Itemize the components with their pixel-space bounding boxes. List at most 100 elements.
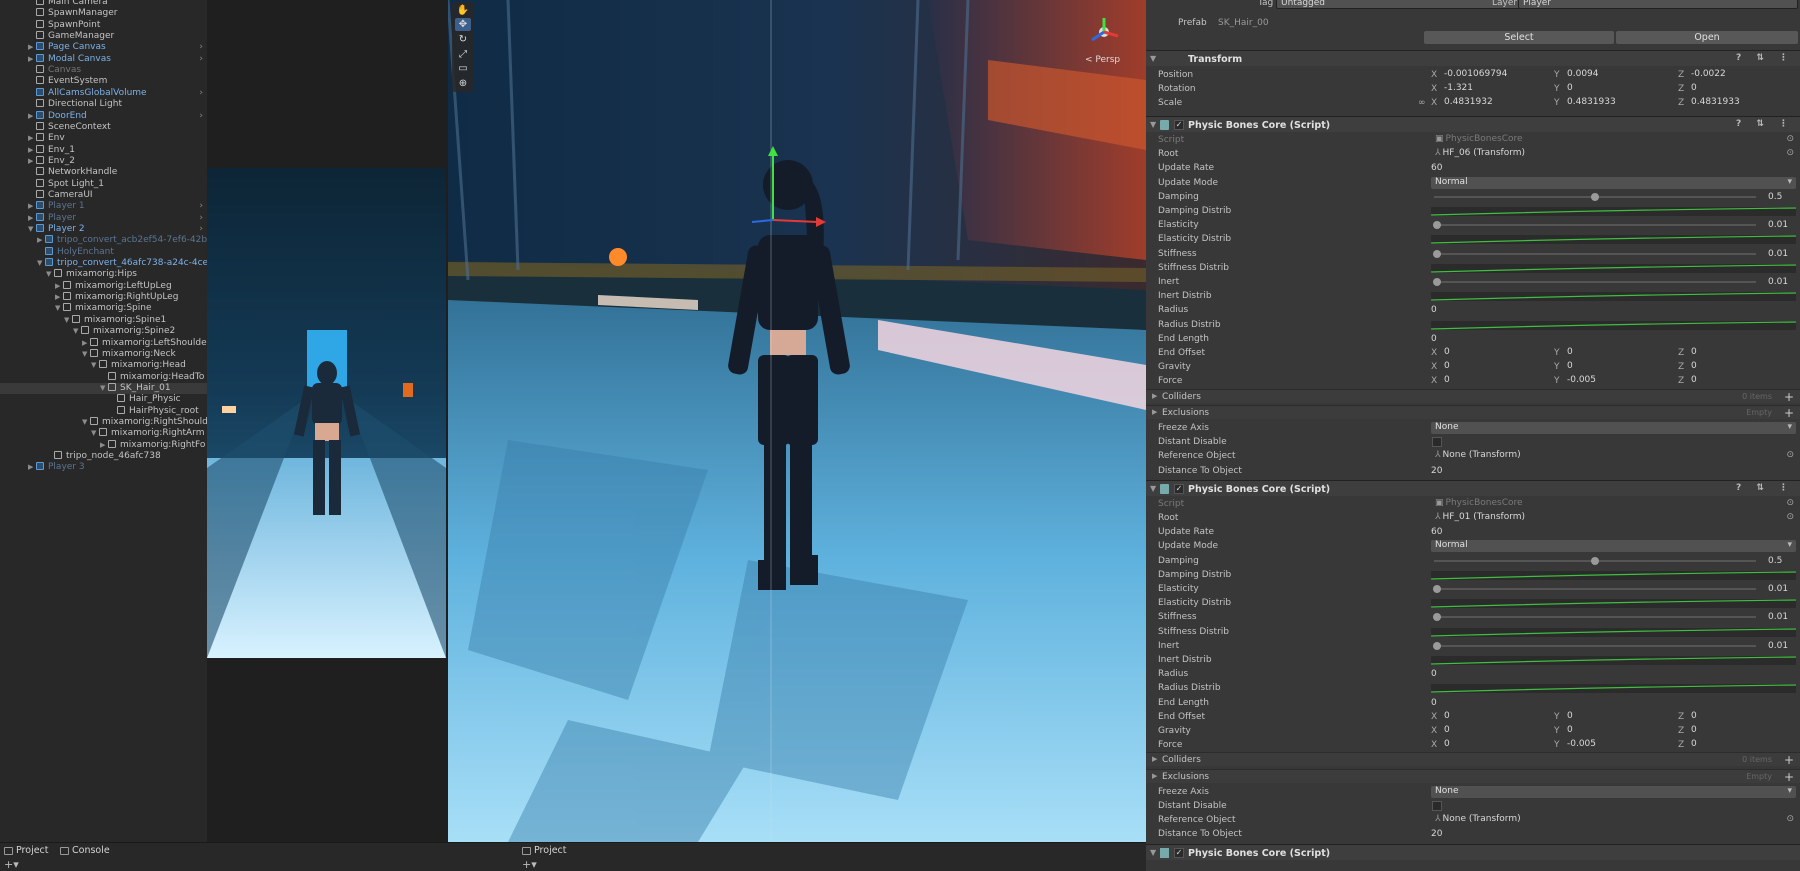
expand-arrow-icon[interactable]: ▼ bbox=[91, 428, 99, 439]
stiffness-slider[interactable] bbox=[1433, 613, 1756, 622]
elasticity-slider[interactable] bbox=[1433, 221, 1756, 230]
hierarchy-item[interactable]: tripo_node_46afc738 bbox=[0, 451, 207, 462]
gravity-x-field[interactable]: 0 bbox=[1440, 361, 1552, 373]
damping-slider[interactable] bbox=[1434, 192, 1756, 201]
component-menu-icon[interactable]: ? ⇅ ⋮ bbox=[1736, 483, 1794, 493]
hierarchy-item[interactable]: ▼ mixamorig:Spine2 bbox=[0, 326, 207, 337]
inert-slider[interactable] bbox=[1433, 641, 1756, 650]
hierarchy-item[interactable]: ▶ mixamorig:LeftShoulder bbox=[0, 337, 207, 349]
curve-field[interactable] bbox=[1431, 207, 1796, 216]
add-icon[interactable]: + bbox=[1784, 406, 1794, 420]
add-icon[interactable]: + bbox=[1784, 753, 1794, 767]
scale-tool-icon[interactable]: ⤢ bbox=[455, 48, 471, 61]
force-y-field[interactable]: -0.005 bbox=[1563, 739, 1675, 751]
update-mode-dropdown[interactable]: Normal bbox=[1431, 540, 1796, 553]
hierarchy-item[interactable]: ▶ Env_2 bbox=[0, 155, 207, 167]
collapse-arrow-icon[interactable]: ▼ bbox=[1150, 120, 1156, 129]
damping-slider[interactable] bbox=[1434, 556, 1756, 565]
end-offset-y-field[interactable]: 0 bbox=[1563, 711, 1675, 723]
hierarchy-item[interactable]: ▶ tripo_convert_acb2ef54-7ef6-42b4 bbox=[0, 235, 207, 246]
exclusions-foldout[interactable]: ▶ Exclusions Empty + bbox=[1146, 404, 1800, 420]
distance-to-object-value[interactable]: 20 bbox=[1431, 466, 1442, 476]
object-picker-icon[interactable]: ⊙ bbox=[1786, 148, 1794, 159]
enabled-checkbox[interactable]: ✓ bbox=[1174, 120, 1184, 130]
expand-arrow-icon[interactable]: ▶ bbox=[28, 156, 36, 167]
elasticity-slider-handle[interactable] bbox=[1433, 585, 1442, 593]
hierarchy-item[interactable]: HairPhysic_root bbox=[0, 405, 207, 417]
hierarchy-item[interactable]: ▶ mixamorig:RightUpLeg bbox=[0, 292, 207, 303]
object-picker-icon[interactable]: ⊙ bbox=[1786, 498, 1794, 509]
scale-x-field[interactable]: 0.4831932 bbox=[1440, 97, 1552, 109]
scene-gizmo-icon[interactable] bbox=[1088, 16, 1120, 48]
expand-arrow-icon[interactable]: ▶ bbox=[1152, 772, 1157, 780]
hierarchy-item[interactable]: CameraUI bbox=[0, 189, 207, 201]
curve-field[interactable] bbox=[1431, 656, 1796, 665]
hierarchy-item[interactable]: Canvas bbox=[0, 65, 207, 76]
open-button[interactable]: Open bbox=[1616, 31, 1798, 44]
stiffness-slider-handle[interactable] bbox=[1433, 249, 1442, 258]
gravity-y-field[interactable]: 0 bbox=[1563, 725, 1675, 737]
freeze-axis-dropdown[interactable]: None bbox=[1431, 785, 1796, 798]
game-view-image[interactable] bbox=[207, 168, 446, 658]
update-mode-dropdown[interactable]: Normal bbox=[1431, 176, 1796, 189]
chevron-right-icon[interactable]: › bbox=[199, 201, 203, 212]
hierarchy-item[interactable]: ▼ SK_Hair_01 bbox=[0, 382, 207, 395]
hierarchy-item[interactable]: SpawnPoint bbox=[0, 19, 207, 31]
stiffness-value[interactable]: 0.01 bbox=[1768, 612, 1788, 622]
select-button[interactable]: Select bbox=[1424, 31, 1614, 44]
move-tool-icon[interactable]: ✥ bbox=[455, 18, 471, 31]
add-icon[interactable]: + bbox=[1784, 770, 1794, 784]
scale-y-field[interactable]: 0.4831933 bbox=[1563, 97, 1675, 109]
expand-arrow-icon[interactable]: ▶ bbox=[37, 235, 45, 246]
curve-field[interactable] bbox=[1431, 263, 1796, 273]
inert-slider-handle[interactable] bbox=[1433, 278, 1442, 286]
root-field[interactable]: ⅄ HF_01 (Transform) ⊙ bbox=[1431, 512, 1796, 524]
tab-project[interactable]: Project bbox=[2, 845, 49, 858]
hierarchy-item[interactable]: ▼ mixamorig:Spine1 bbox=[0, 314, 207, 326]
colliders-foldout[interactable]: ▶ Colliders 0 items + bbox=[1146, 752, 1800, 767]
hierarchy-item[interactable]: ▼ Player 2 › bbox=[0, 224, 207, 235]
end-offset-x-field[interactable]: 0 bbox=[1440, 711, 1552, 723]
exclusions-foldout[interactable]: ▶ Exclusions Empty + bbox=[1146, 768, 1800, 784]
gravity-x-field[interactable]: 0 bbox=[1440, 725, 1552, 737]
distant-disable-checkbox[interactable] bbox=[1432, 801, 1442, 811]
script-field[interactable]: ▣ PhysicBonesCore ⊙ bbox=[1431, 134, 1796, 146]
physic-bones-header-3[interactable]: ▼ ✓ Physic Bones Core (Script) bbox=[1146, 843, 1800, 860]
damping-value[interactable]: 0.5 bbox=[1768, 556, 1782, 566]
chevron-right-icon[interactable]: › bbox=[199, 213, 203, 224]
end-offset-x-field[interactable]: 0 bbox=[1440, 347, 1552, 359]
end-offset-y-field[interactable]: 0 bbox=[1563, 347, 1675, 359]
curve-field[interactable] bbox=[1431, 599, 1796, 609]
curve-field[interactable] bbox=[1431, 627, 1796, 637]
rect-tool-icon[interactable]: ▭ bbox=[455, 62, 471, 75]
hierarchy-item[interactable]: HolyEnchant bbox=[0, 246, 207, 258]
expand-arrow-icon[interactable]: ▶ bbox=[82, 338, 90, 349]
hierarchy-item[interactable]: Directional Light bbox=[0, 99, 207, 110]
gravity-z-field[interactable]: 0 bbox=[1687, 361, 1799, 373]
hierarchy-item[interactable]: ▼ mixamorig:Head bbox=[0, 360, 207, 371]
collapse-arrow-icon[interactable]: ▼ bbox=[1150, 848, 1156, 857]
force-x-field[interactable]: 0 bbox=[1440, 739, 1552, 751]
hierarchy-item[interactable]: mixamorig:HeadTo bbox=[0, 371, 207, 383]
hierarchy-item[interactable]: ▶ Env bbox=[0, 133, 207, 144]
force-z-field[interactable]: 0 bbox=[1687, 375, 1799, 387]
expand-arrow-icon[interactable]: ▼ bbox=[64, 315, 72, 326]
collapse-arrow-icon[interactable]: ▼ bbox=[1150, 484, 1156, 493]
radius-value[interactable]: 0 bbox=[1431, 305, 1437, 315]
component-menu-icon[interactable]: ? ⇅ ⋮ bbox=[1736, 53, 1794, 63]
end-offset-z-field[interactable]: 0 bbox=[1687, 711, 1799, 723]
position-z-field[interactable]: -0.0022 bbox=[1687, 69, 1799, 81]
chevron-right-icon[interactable]: › bbox=[199, 111, 203, 122]
rotation-z-field[interactable]: 0 bbox=[1687, 83, 1799, 95]
expand-arrow-icon[interactable]: ▶ bbox=[28, 213, 36, 224]
object-picker-icon[interactable]: ⊙ bbox=[1786, 134, 1794, 145]
chevron-right-icon[interactable]: › bbox=[199, 42, 203, 53]
force-y-field[interactable]: -0.005 bbox=[1563, 375, 1675, 387]
hierarchy-item[interactable]: ▶ DoorEnd › bbox=[0, 110, 207, 122]
damping-value[interactable]: 0.5 bbox=[1768, 192, 1782, 202]
scene-view[interactable] bbox=[448, 0, 1146, 842]
enabled-checkbox[interactable]: ✓ bbox=[1174, 483, 1184, 494]
hierarchy-item[interactable]: ▶ Player › bbox=[0, 212, 207, 224]
layer-dropdown[interactable]: Player bbox=[1518, 0, 1798, 9]
stiffness-value[interactable]: 0.01 bbox=[1768, 249, 1788, 259]
